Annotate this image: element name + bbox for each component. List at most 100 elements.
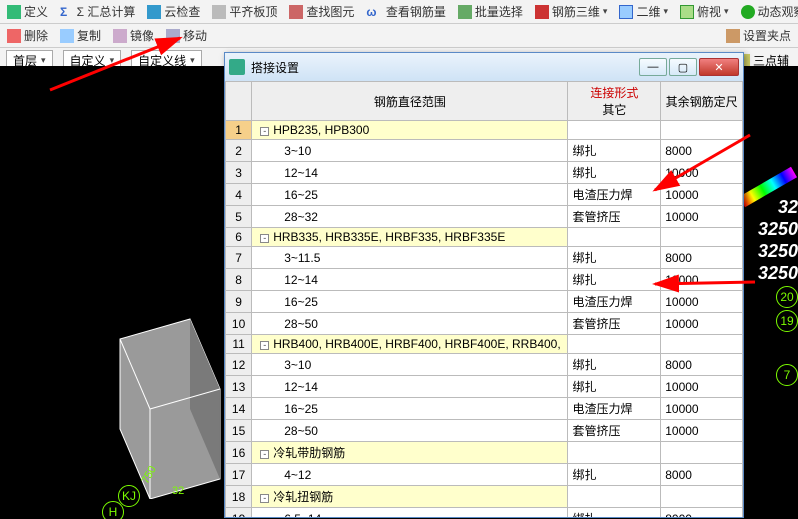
cell-conn[interactable]	[568, 335, 661, 354]
cell-len[interactable]: 10000	[661, 162, 743, 184]
row-number[interactable]: 9	[226, 291, 252, 313]
table-row[interactable]: 23~10绑扎8000	[226, 140, 743, 162]
cell-len[interactable]	[661, 486, 743, 508]
col-len[interactable]: 其余钢筋定尺	[661, 82, 743, 121]
table-row[interactable]: 73~11.5绑扎8000	[226, 247, 743, 269]
row-number[interactable]: 17	[226, 464, 252, 486]
collapse-icon[interactable]: -	[260, 234, 269, 243]
cell-conn[interactable]: 绑扎	[568, 464, 661, 486]
cell-conn[interactable]: 绑扎	[568, 354, 661, 376]
collapse-icon[interactable]: -	[260, 341, 269, 350]
tb-cloudcheck[interactable]: 云检查	[144, 2, 203, 21]
cell-range[interactable]: 3~10	[252, 140, 568, 162]
table-row[interactable]: 1028~50套管挤压10000	[226, 313, 743, 335]
collapse-icon[interactable]: -	[260, 494, 269, 503]
table-row[interactable]: 1416~25电渣压力焊10000	[226, 398, 743, 420]
table-row[interactable]: 312~14绑扎10000	[226, 162, 743, 184]
table-row[interactable]: 16-冷轧带肋钢筋	[226, 442, 743, 464]
tb-rebarqty[interactable]: ω 查看钢筋量	[363, 2, 449, 21]
tb-rebar3d[interactable]: 钢筋三维▾	[532, 2, 611, 21]
cell-range[interactable]: -HRB335, HRB335E, HRBF335, HRBF335E	[252, 228, 568, 247]
row-number[interactable]: 15	[226, 420, 252, 442]
cell-range[interactable]: 28~50	[252, 313, 568, 335]
close-button[interactable]: ✕	[699, 58, 739, 76]
cell-conn[interactable]: 套管挤压	[568, 206, 661, 228]
cell-len[interactable]: 10000	[661, 376, 743, 398]
row-number[interactable]: 11	[226, 335, 252, 354]
table-row[interactable]: 916~25电渣压力焊10000	[226, 291, 743, 313]
cell-conn[interactable]: 套管挤压	[568, 313, 661, 335]
row-number[interactable]: 19	[226, 508, 252, 518]
cell-len[interactable]: 10000	[661, 269, 743, 291]
cell-conn[interactable]: 绑扎	[568, 140, 661, 162]
cell-range[interactable]: 3~11.5	[252, 247, 568, 269]
table-row[interactable]: 1312~14绑扎10000	[226, 376, 743, 398]
tb-copy[interactable]: 复制	[57, 26, 104, 45]
col-range[interactable]: 钢筋直径范围	[252, 82, 568, 121]
cell-range[interactable]: 12~14	[252, 376, 568, 398]
cell-len[interactable]	[661, 335, 743, 354]
tb-flat[interactable]: 平齐板顶	[209, 2, 280, 21]
row-number[interactable]: 6	[226, 228, 252, 247]
table-row[interactable]: 416~25电渣压力焊10000	[226, 184, 743, 206]
cell-len[interactable]	[661, 228, 743, 247]
tb-grip[interactable]: 设置夹点	[723, 26, 794, 45]
cell-range[interactable]: 12~14	[252, 162, 568, 184]
tb-2d[interactable]: 二维▾	[616, 2, 671, 21]
cell-conn[interactable]: 绑扎	[568, 508, 661, 518]
row-number[interactable]: 12	[226, 354, 252, 376]
row-number[interactable]: 1	[226, 121, 252, 140]
cell-range[interactable]: 28~50	[252, 420, 568, 442]
cell-conn[interactable]	[568, 228, 661, 247]
table-row[interactable]: 123~10绑扎8000	[226, 354, 743, 376]
cell-len[interactable]: 8000	[661, 508, 743, 518]
cell-range[interactable]: -HPB235, HPB300	[252, 121, 568, 140]
table-row[interactable]: 1528~50套管挤压10000	[226, 420, 743, 442]
row-number[interactable]: 10	[226, 313, 252, 335]
cell-conn[interactable]: 绑扎	[568, 162, 661, 184]
cell-range[interactable]: 4~12	[252, 464, 568, 486]
cell-conn[interactable]	[568, 442, 661, 464]
row-number[interactable]: 8	[226, 269, 252, 291]
cell-range[interactable]: 12~14	[252, 269, 568, 291]
cell-conn[interactable]: 电渣压力焊	[568, 291, 661, 313]
cell-conn[interactable]	[568, 121, 661, 140]
row-number[interactable]: 4	[226, 184, 252, 206]
row-number[interactable]: 18	[226, 486, 252, 508]
table-row[interactable]: 812~14绑扎10000	[226, 269, 743, 291]
maximize-button[interactable]: ▢	[669, 58, 697, 76]
tb-batchsel[interactable]: 批量选择	[455, 2, 526, 21]
table-row[interactable]: 6-HRB335, HRB335E, HRBF335, HRBF335E	[226, 228, 743, 247]
table-row[interactable]: 174~12绑扎8000	[226, 464, 743, 486]
cell-range[interactable]: 28~32	[252, 206, 568, 228]
cell-len[interactable]: 10000	[661, 206, 743, 228]
cell-len[interactable]: 8000	[661, 354, 743, 376]
cell-range[interactable]: -HRB400, HRB400E, HRBF400, HRBF400E, RRB…	[252, 335, 568, 354]
tb-move[interactable]: 移动	[163, 26, 210, 45]
cell-conn[interactable]: 绑扎	[568, 269, 661, 291]
cell-range[interactable]: 16~25	[252, 184, 568, 206]
tb-mirror[interactable]: 镜像	[110, 26, 157, 45]
row-number[interactable]: 7	[226, 247, 252, 269]
cell-range[interactable]: 6.5~14	[252, 508, 568, 518]
cell-len[interactable]	[661, 442, 743, 464]
table-row[interactable]: 11-HRB400, HRB400E, HRBF400, HRBF400E, R…	[226, 335, 743, 354]
cell-range[interactable]: -冷轧扭钢筋	[252, 486, 568, 508]
cell-len[interactable]: 10000	[661, 313, 743, 335]
tb-top[interactable]: 俯视▾	[677, 2, 732, 21]
tb-find[interactable]: 查找图元	[286, 2, 357, 21]
dialog-titlebar[interactable]: 搭接设置 — ▢ ✕	[225, 53, 743, 81]
tb-sum[interactable]: Σ Σ 汇总计算	[57, 2, 138, 21]
row-number[interactable]: 2	[226, 140, 252, 162]
cell-conn[interactable]	[568, 486, 661, 508]
row-number[interactable]: 3	[226, 162, 252, 184]
cell-len[interactable]: 10000	[661, 184, 743, 206]
collapse-icon[interactable]: -	[260, 127, 269, 136]
minimize-button[interactable]: —	[639, 58, 667, 76]
cell-len[interactable]: 8000	[661, 140, 743, 162]
cell-len[interactable]: 10000	[661, 420, 743, 442]
table-row[interactable]: 528~32套管挤压10000	[226, 206, 743, 228]
tb-define[interactable]: 定义	[4, 2, 51, 21]
cell-range[interactable]: 16~25	[252, 398, 568, 420]
cell-len[interactable]: 10000	[661, 291, 743, 313]
